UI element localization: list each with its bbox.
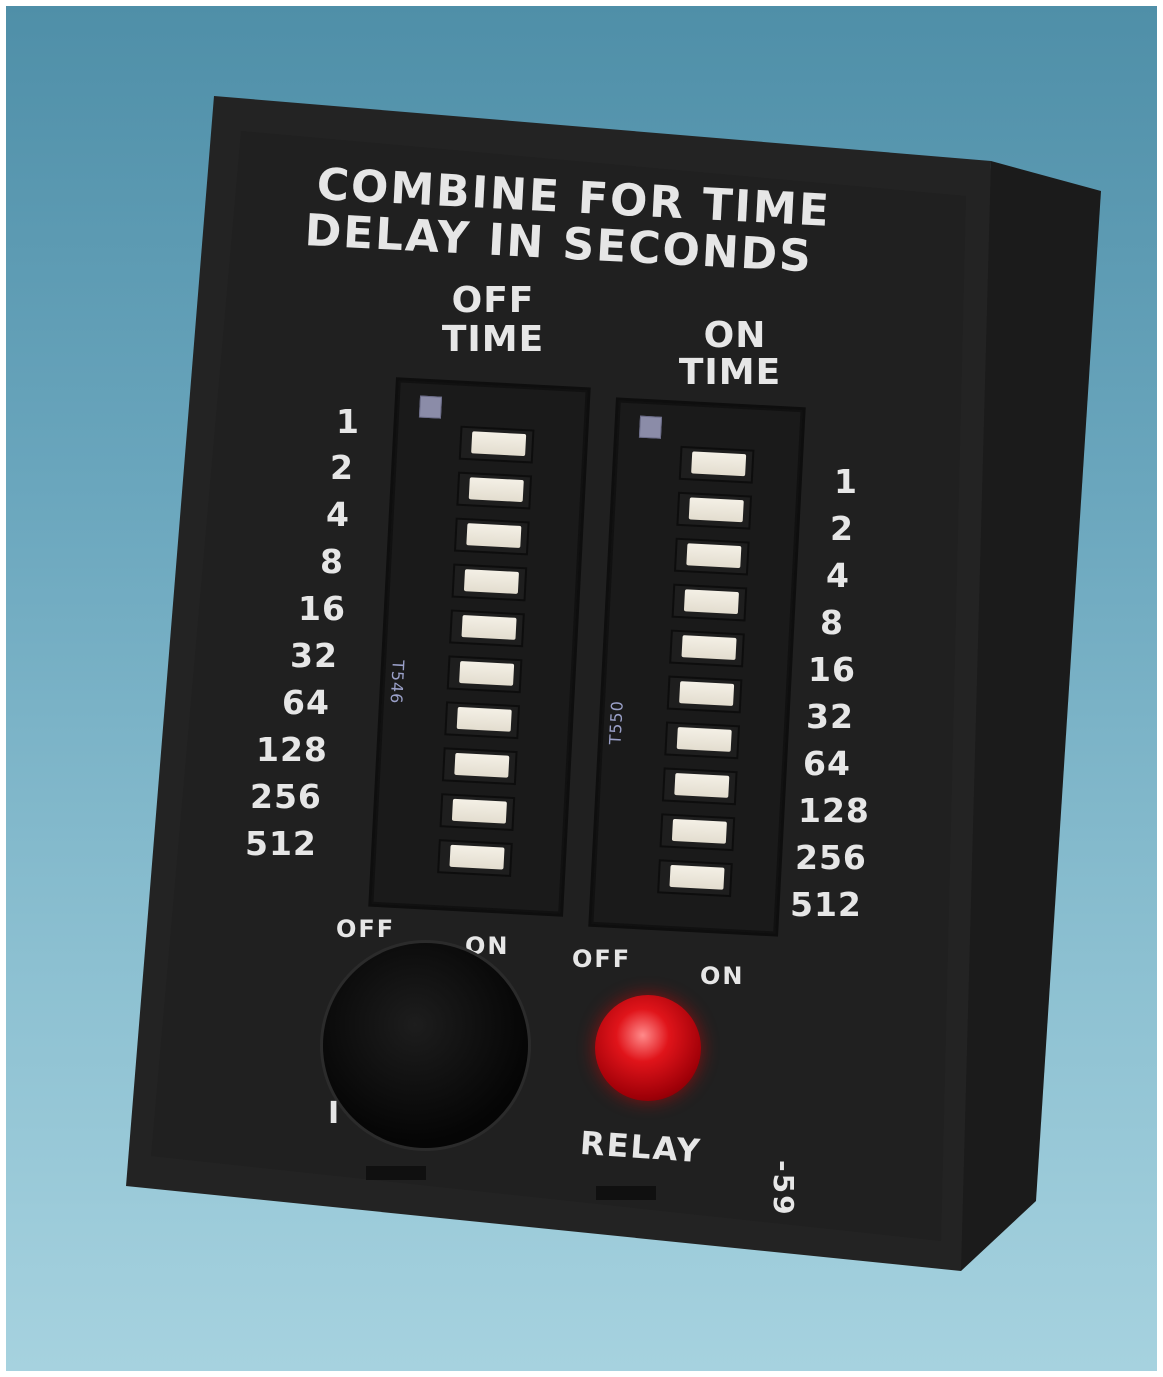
on-value-label: 32: [806, 697, 854, 736]
dip-switch-icon: [674, 773, 730, 798]
dip-switch-icon: [463, 569, 519, 594]
on-value-label: 1: [834, 462, 858, 501]
off-value-label: 32: [290, 636, 338, 675]
on-time-on-label: ON: [700, 962, 745, 990]
knob-partial-label: I: [328, 1096, 342, 1131]
part-number-label: -59: [767, 1160, 800, 1217]
led-indicator-icon: [595, 995, 701, 1101]
off-value-label: 1: [336, 402, 360, 441]
on-time-model-label: T550: [605, 699, 627, 745]
on-time-title-line-2: TIME: [678, 352, 782, 393]
off-value-label: 16: [298, 589, 346, 628]
dip-switch-icon: [454, 752, 510, 778]
off-time-switch-128[interactable]: [441, 747, 518, 786]
off-time-title-line-1: OFF: [451, 280, 535, 321]
off-time-model-label: T546: [386, 659, 408, 705]
dip-switch-icon: [671, 818, 727, 844]
on-value-label: 16: [808, 650, 856, 689]
on-time-switch-256[interactable]: [659, 813, 736, 852]
on-value-label: 512: [790, 885, 862, 924]
dip-switch-icon: [471, 431, 527, 457]
on-time-switch-128[interactable]: [661, 767, 738, 806]
dip-switch-icon: [456, 706, 512, 732]
on-time-switch-1[interactable]: [678, 445, 755, 484]
dip-switch-icon: [449, 844, 505, 870]
on-time-switch-64[interactable]: [664, 721, 741, 760]
dip-switch-icon: [461, 615, 517, 640]
pin1-marker-icon: [418, 395, 443, 419]
housing-clip-right: [596, 1186, 656, 1200]
on-time-title-line-1: ON: [703, 315, 767, 356]
dip-switch-icon: [686, 543, 742, 569]
off-time-switch-2[interactable]: [456, 471, 533, 510]
dip-switch-icon: [466, 523, 522, 548]
on-time-switch-32[interactable]: [666, 675, 743, 714]
dip-switch-icon: [468, 477, 524, 503]
on-value-label: 64: [803, 744, 851, 783]
off-time-switch-64[interactable]: [444, 701, 521, 740]
on-value-label: 4: [826, 556, 850, 595]
off-value-label: 256: [250, 777, 322, 816]
on-time-switch-2[interactable]: [676, 491, 753, 530]
off-value-label: 64: [282, 683, 330, 722]
off-value-label: 2: [330, 448, 354, 487]
on-time-switch-8[interactable]: [671, 583, 748, 622]
off-time-switch-16[interactable]: [449, 609, 525, 648]
on-time-off-label: OFF: [572, 945, 632, 973]
on-time-switch-16[interactable]: [669, 629, 745, 668]
off-time-title-line-2: TIME: [441, 319, 545, 360]
off-value-label: 512: [245, 824, 317, 863]
off-value-label: 128: [256, 730, 328, 769]
dip-switch-icon: [451, 798, 507, 824]
dip-switch-icon: [683, 589, 739, 615]
dip-switch-icon: [691, 451, 747, 477]
dip-switch-icon: [669, 864, 725, 890]
off-time-switch-512[interactable]: [437, 839, 513, 877]
dip-switch-icon: [681, 635, 737, 661]
dip-switch-icon: [459, 661, 515, 686]
on-time-dip-switch: T550: [591, 400, 803, 934]
pin1-marker-icon: [638, 415, 663, 439]
off-time-off-label: OFF: [336, 915, 396, 943]
dip-switch-icon: [676, 727, 732, 752]
off-time-switch-4[interactable]: [453, 517, 530, 556]
off-value-label: 8: [320, 542, 344, 581]
on-value-label: 8: [820, 603, 844, 642]
dip-switch-icon: [679, 681, 735, 706]
on-time-switch-512[interactable]: [657, 859, 733, 898]
housing-clip-left: [366, 1166, 426, 1180]
on-value-label: 256: [795, 838, 867, 877]
on-value-label: 2: [830, 509, 854, 548]
off-time-dip-switch: T546: [371, 380, 588, 914]
dial-knob-icon[interactable]: [323, 943, 528, 1148]
dip-switch-icon: [688, 497, 744, 523]
off-value-label: 4: [326, 495, 350, 534]
off-time-switch-8[interactable]: [451, 563, 528, 602]
on-value-label: 128: [798, 791, 870, 830]
off-time-switch-1[interactable]: [458, 425, 535, 464]
off-time-switch-256[interactable]: [439, 793, 516, 832]
on-time-switch-4[interactable]: [673, 537, 750, 576]
off-time-switch-32[interactable]: [446, 655, 523, 694]
